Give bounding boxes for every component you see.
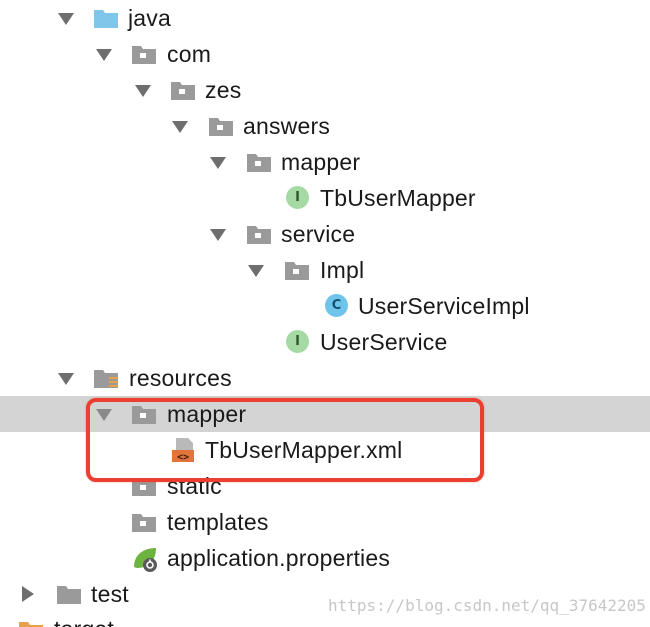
package-icon — [131, 43, 157, 65]
package-icon — [170, 79, 196, 101]
tree-item-application-properties[interactable]: application.properties — [0, 540, 650, 576]
expand-arrow-icon[interactable] — [172, 121, 188, 133]
tree-item-impl[interactable]: Impl — [0, 252, 650, 288]
package-icon — [246, 223, 272, 245]
spring-properties-icon — [131, 545, 159, 573]
tree-item-label: TbUserMapper — [320, 185, 476, 211]
tree-item-resources[interactable]: resources — [0, 360, 650, 396]
package-icon — [284, 259, 310, 281]
tree-item-label: application.properties — [167, 545, 391, 571]
tree-item-mapper-java[interactable]: mapper — [0, 144, 650, 180]
expand-arrow-icon[interactable] — [248, 265, 264, 277]
project-tree: java com zes answers mapper I TbUserMapp… — [0, 0, 650, 627]
class-icon: C — [325, 294, 348, 317]
tree-item-label: java — [128, 5, 171, 31]
package-icon — [208, 115, 234, 137]
watermark: https://blog.csdn.net/qq_37642205 — [328, 596, 646, 615]
tree-item-com[interactable]: com — [0, 36, 650, 72]
tree-item-java[interactable]: java — [0, 0, 650, 36]
expand-arrow-icon[interactable] — [210, 157, 226, 169]
folder-excluded-icon — [18, 619, 44, 627]
package-icon — [131, 511, 157, 533]
tree-item-label: resources — [129, 365, 232, 391]
tree-item-tbusermapper[interactable]: I TbUserMapper — [0, 180, 650, 216]
tree-item-zes[interactable]: zes — [0, 72, 650, 108]
tree-item-service[interactable]: service — [0, 216, 650, 252]
expand-arrow-icon[interactable] — [96, 49, 112, 61]
interface-icon: I — [286, 330, 309, 353]
red-highlight-box — [86, 398, 484, 482]
tree-item-label: UserService — [320, 329, 448, 355]
tree-item-userserviceimpl[interactable]: C UserServiceImpl — [0, 288, 650, 324]
tree-item-label: target — [54, 614, 114, 627]
tree-item-label: com — [167, 41, 212, 67]
tree-item-label: test — [91, 581, 129, 607]
tree-item-templates[interactable]: templates — [0, 504, 650, 540]
folder-resources-icon — [93, 367, 119, 389]
tree-item-label: templates — [167, 509, 269, 535]
tree-item-answers[interactable]: answers — [0, 108, 650, 144]
collapse-arrow-icon[interactable] — [22, 586, 34, 602]
tree-item-userservice[interactable]: I UserService — [0, 324, 650, 360]
expand-arrow-icon[interactable] — [58, 13, 74, 25]
tree-item-label: answers — [243, 113, 331, 139]
expand-arrow-icon[interactable] — [135, 85, 151, 97]
expand-arrow-icon[interactable] — [210, 229, 226, 241]
folder-icon — [56, 583, 82, 605]
expand-arrow-icon[interactable] — [58, 373, 74, 385]
tree-item-label: zes — [205, 77, 242, 103]
tree-item-label: Impl — [320, 257, 365, 283]
tree-item-label: mapper — [281, 149, 361, 175]
folder-source-icon — [93, 7, 119, 29]
package-icon — [246, 151, 272, 173]
tree-item-label: service — [281, 221, 356, 247]
interface-icon: I — [286, 186, 309, 209]
tree-item-label: UserServiceImpl — [358, 293, 530, 319]
